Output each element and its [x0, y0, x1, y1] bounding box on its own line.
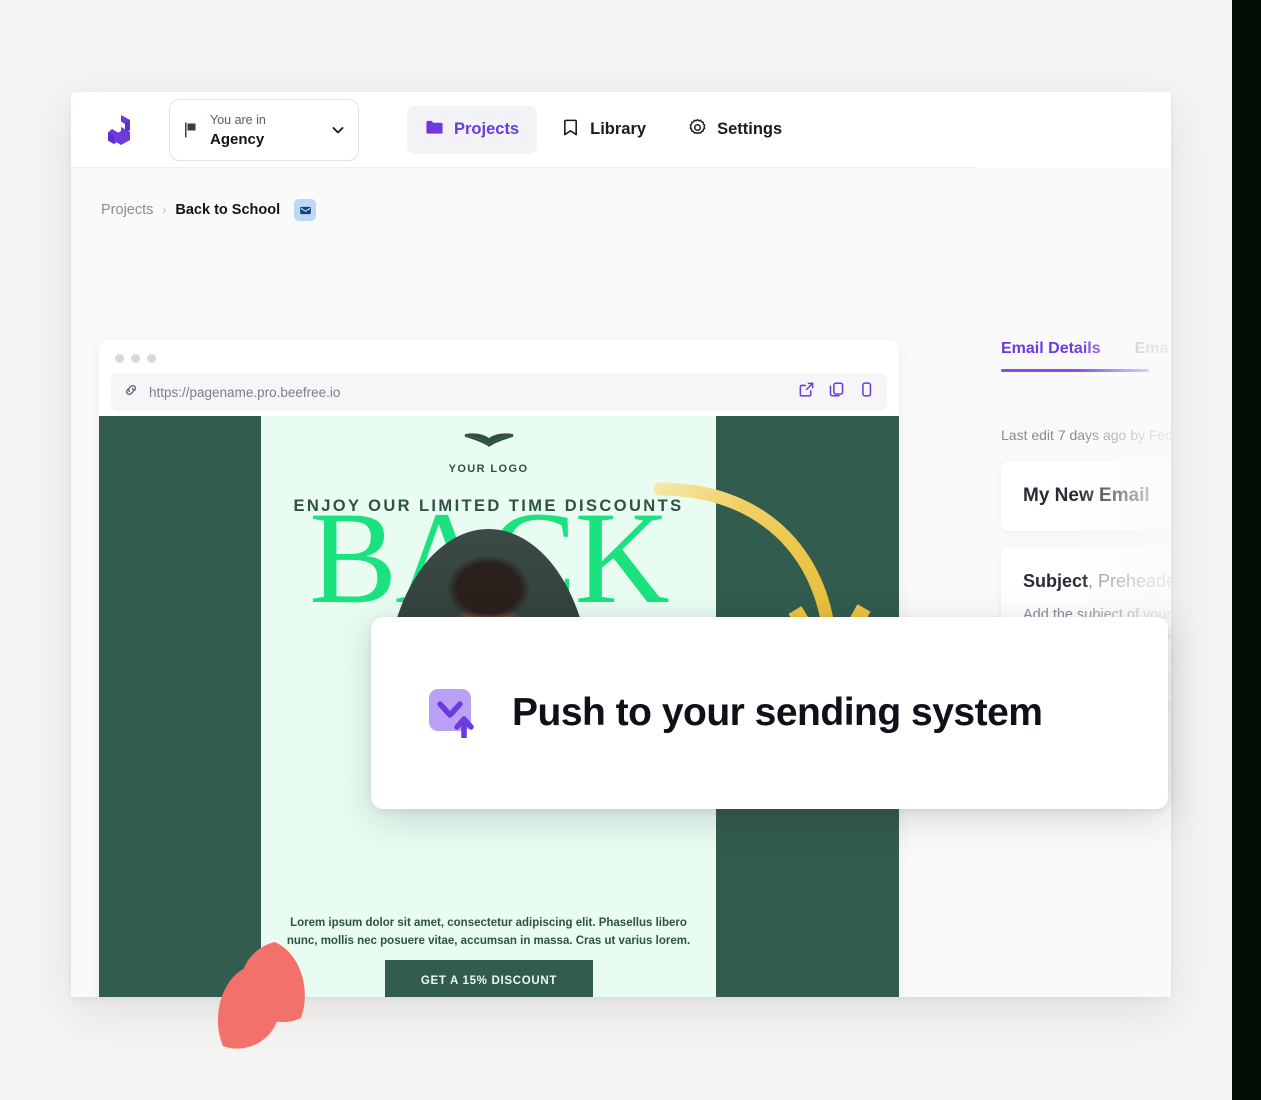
nav-item-projects-label: Projects	[454, 120, 520, 138]
gear-icon	[688, 118, 707, 142]
right-edge-strip	[1232, 0, 1261, 1100]
email-name-card[interactable]: My New Email	[1001, 461, 1171, 531]
workspace-selector[interactable]: You are in Agency	[169, 98, 359, 161]
push-to-sending-system-callout: Push to your sending system	[371, 617, 1168, 809]
workspace-label: You are in	[210, 113, 266, 128]
app-body: Projects › Back to School https://pagena…	[71, 168, 1171, 997]
top-navigation-bar: You are in Agency Projects Library Setti…	[71, 92, 976, 168]
breadcrumb-current: Back to School	[175, 202, 281, 218]
url-text: https://pagename.pro.beefree.io	[149, 384, 341, 400]
details-tabs: Email Details Ema	[931, 340, 1171, 372]
envelope-icon	[294, 199, 317, 221]
breadcrumb-separator: ›	[162, 203, 167, 217]
subject-card-title: Subject, Preheader	[1023, 571, 1171, 592]
last-edit-text: Last edit 7 days ago by Federico	[1001, 427, 1171, 443]
chevron-down-icon[interactable]	[330, 122, 346, 138]
app-window: You are in Agency Projects Library Setti…	[71, 92, 1171, 997]
subject-label: Subject	[1023, 571, 1089, 591]
copy-icon[interactable]	[828, 381, 845, 403]
nav-item-settings[interactable]: Settings	[670, 106, 800, 154]
coral-butterfly-shape	[205, 938, 321, 1058]
url-bar[interactable]: https://pagename.pro.beefree.io	[111, 373, 887, 411]
duplicate-icon[interactable]	[858, 381, 875, 403]
preheader-label: , Preheader	[1088, 571, 1171, 591]
folder-icon	[425, 118, 444, 142]
window-dot	[115, 354, 124, 363]
tab-email-secondary[interactable]: Ema	[1135, 340, 1169, 372]
email-name-value: My New Email	[1023, 485, 1150, 506]
window-dot	[131, 354, 140, 363]
nav-item-library-label: Library	[590, 120, 647, 138]
email-logo-text: YOUR LOGO	[448, 463, 529, 475]
bookmark-icon	[561, 118, 580, 142]
screenshot-stage: You are in Agency Projects Library Setti…	[0, 0, 1261, 1100]
nav-item-projects[interactable]: Projects	[407, 105, 538, 154]
beefree-logo[interactable]	[101, 110, 141, 150]
primary-nav: Projects Library Settings	[407, 105, 800, 154]
breadcrumb: Projects › Back to School	[101, 199, 317, 221]
flag-icon	[182, 121, 200, 139]
email-logo-block: YOUR LOGO	[261, 416, 716, 475]
active-tab-underline	[1001, 369, 1149, 372]
callout-text: Push to your sending system	[512, 691, 1043, 734]
open-book-icon	[460, 433, 518, 458]
tab-email-details[interactable]: Email Details	[1001, 340, 1101, 372]
link-icon	[123, 382, 139, 403]
url-action-group	[798, 381, 875, 403]
workspace-value: Agency	[210, 130, 265, 148]
envelope-upload-icon	[428, 688, 478, 740]
open-external-icon[interactable]	[798, 381, 815, 403]
breadcrumb-projects[interactable]: Projects	[101, 202, 153, 218]
nav-item-settings-label: Settings	[717, 120, 783, 138]
email-body-copy: Lorem ipsum dolor sit amet, consectetur …	[286, 917, 691, 947]
window-dot	[147, 354, 156, 363]
nav-item-library[interactable]: Library	[543, 106, 664, 154]
window-dots	[99, 340, 899, 363]
email-cta-button[interactable]: GET A 15% DISCOUNT	[385, 960, 593, 997]
